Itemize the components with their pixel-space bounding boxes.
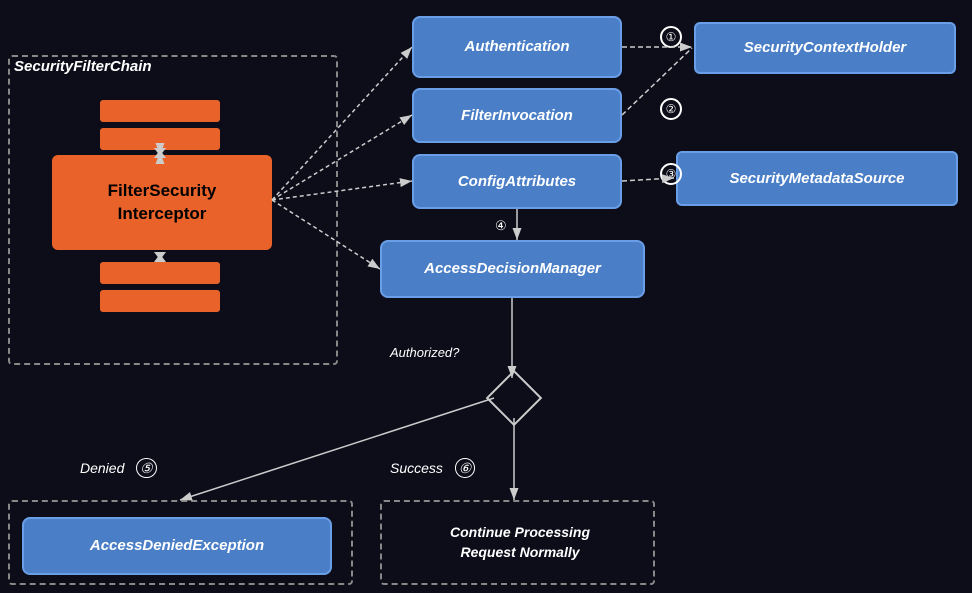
access-decision-manager-label: AccessDecisionManager xyxy=(424,259,601,279)
security-context-holder-label: SecurityContextHolder xyxy=(744,38,907,58)
filter-invocation-label: FilterInvocation xyxy=(461,106,573,126)
circle-3: ③ xyxy=(660,163,682,185)
filter-security-interceptor-label: FilterSecurityInterceptor xyxy=(108,180,217,224)
orange-bar-bot-1 xyxy=(100,262,220,284)
diagram-container: SecurityFilterChain FilterSecurityInterc… xyxy=(0,0,972,593)
authentication-box: Authentication xyxy=(412,16,622,78)
config-attributes-label: ConfigAttributes xyxy=(458,172,576,192)
authentication-label: Authentication xyxy=(465,37,570,57)
access-denied-exception-label: AccessDeniedException xyxy=(90,536,264,556)
orange-bar-bot-2 xyxy=(100,290,220,312)
authorized-label: Authorized? xyxy=(390,345,459,360)
security-metadata-source-box: SecurityMetadataSource xyxy=(676,151,958,206)
config-attributes-box: ConfigAttributes xyxy=(412,154,622,209)
orange-bar-top-2 xyxy=(100,128,220,150)
filter-security-interceptor-box: FilterSecurityInterceptor xyxy=(52,155,272,250)
denied-label: Denied ⑤ xyxy=(80,460,157,477)
continue-processing-area: Continue ProcessingRequest Normally xyxy=(400,523,640,562)
success-label: Success ⑥ xyxy=(390,460,475,477)
access-decision-manager-box: AccessDecisionManager xyxy=(380,240,645,298)
circle-1: ① xyxy=(660,26,682,48)
filter-invocation-box: FilterInvocation xyxy=(412,88,622,143)
access-denied-exception-box: AccessDeniedException xyxy=(22,517,332,575)
circle-4-label: ④ xyxy=(495,218,507,234)
security-context-holder-box: SecurityContextHolder xyxy=(694,22,956,74)
security-metadata-source-label: SecurityMetadataSource xyxy=(729,169,904,189)
decision-diamond xyxy=(486,370,543,427)
security-filter-chain-label: SecurityFilterChain xyxy=(14,58,152,75)
continue-processing-label: Continue ProcessingRequest Normally xyxy=(400,523,640,562)
circle-2: ② xyxy=(660,98,682,120)
orange-bar-top-1 xyxy=(100,100,220,122)
